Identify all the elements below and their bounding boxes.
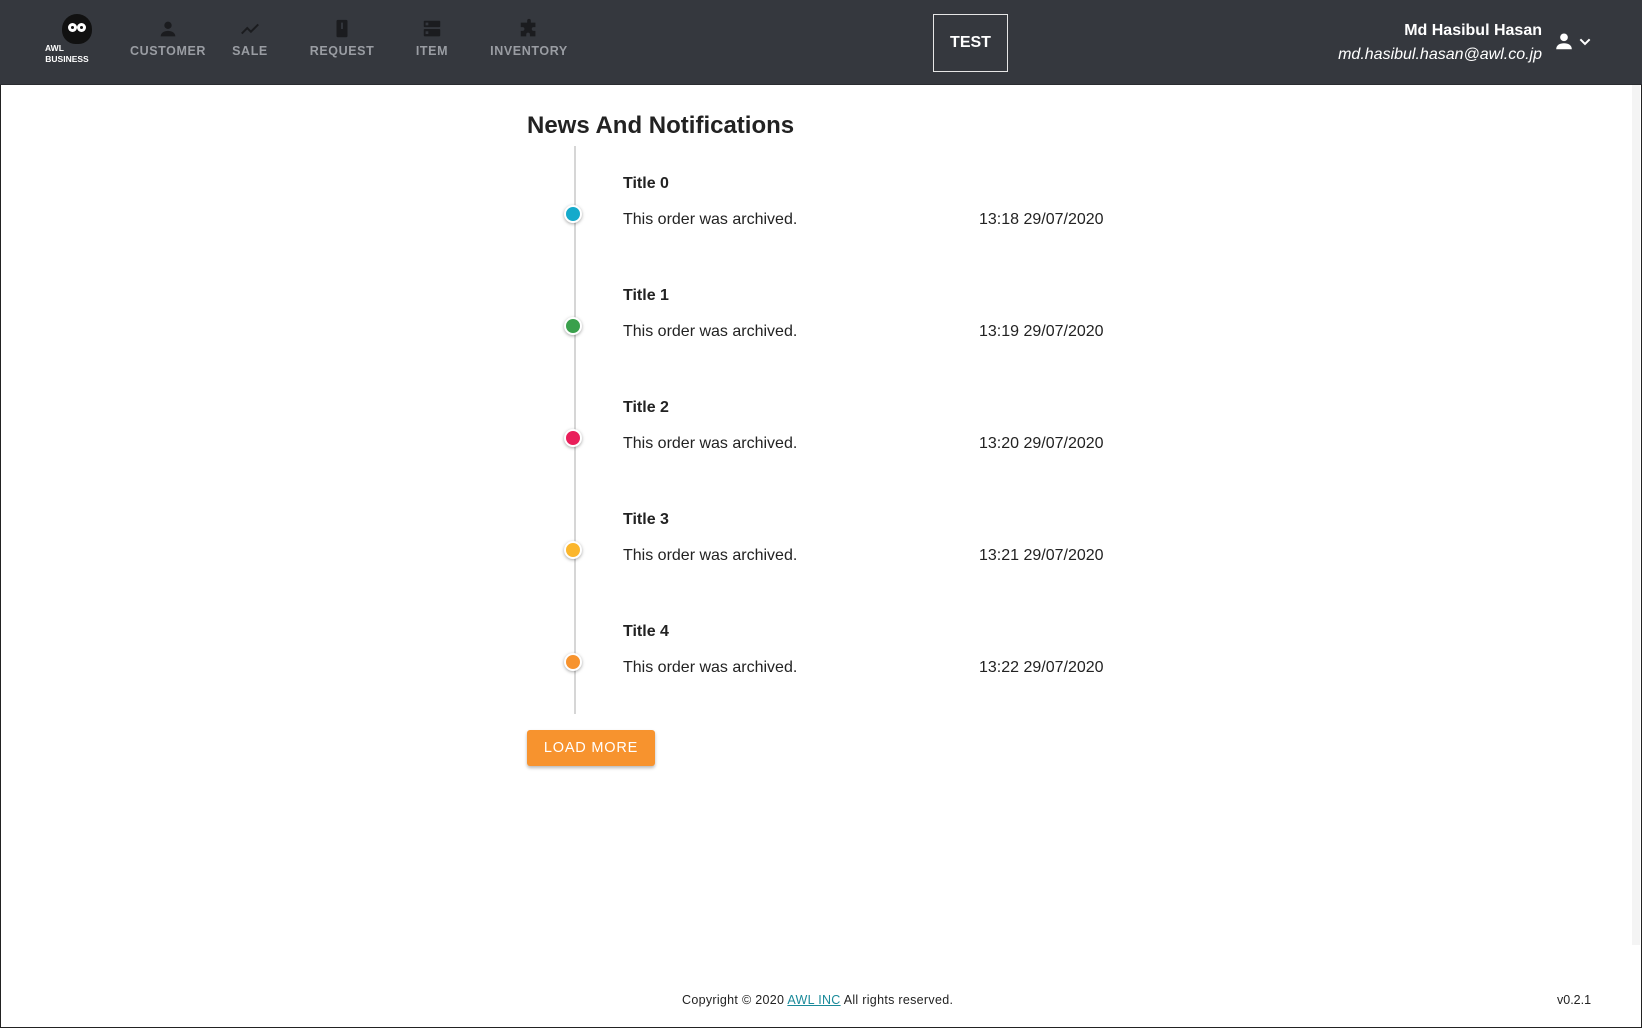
nav-label-customer: CUSTOMER — [129, 44, 207, 58]
nav-item-customer[interactable]: CUSTOMER — [118, 18, 218, 68]
nav-item-sale[interactable]: SALE — [214, 18, 286, 68]
timeline-item: Title 4 This order was archived. 13:22 2… — [527, 617, 1127, 707]
nav-item-request[interactable]: REQUEST — [296, 18, 388, 68]
puzzle-icon — [520, 18, 536, 37]
owl-logo-icon — [62, 14, 92, 44]
timeline-item: Title 2 This order was archived. 13:20 2… — [527, 393, 1127, 483]
notification-timestamp: 13:19 29/07/2020 — [979, 323, 1104, 340]
notification-timestamp: 13:18 29/07/2020 — [979, 211, 1104, 228]
notification-title: Title 1 — [623, 287, 669, 304]
awl-business-logo[interactable]: AWL BUSINESS — [42, 14, 92, 68]
notification-text: This order was archived. — [623, 323, 798, 340]
timeline-dot — [564, 429, 582, 447]
user-name: Md Hasibul Hasan — [1404, 22, 1542, 39]
nav-label-request: REQUEST — [309, 44, 375, 58]
trending-icon — [241, 23, 259, 35]
main-nav: CUSTOMER SALE REQUEST ITEM INVENTORY — [118, 18, 582, 68]
notification-timestamp: 13:21 29/07/2020 — [979, 547, 1104, 564]
environment-test-button[interactable]: TEST — [933, 14, 1008, 72]
app-version: v0.2.1 — [1557, 993, 1592, 1007]
notification-title: Title 2 — [623, 399, 669, 416]
load-more-button[interactable]: LOAD MORE — [527, 730, 655, 766]
book-icon — [336, 19, 348, 38]
person-icon — [160, 21, 176, 37]
awl-inc-link[interactable]: AWL INC — [787, 993, 840, 1007]
logo-text: AWL BUSINESS — [42, 43, 92, 65]
copyright-text: Copyright © 2020 AWL INC All rights rese… — [682, 993, 953, 1007]
timeline-dot — [564, 317, 582, 335]
logo-text-line1: AWL — [45, 43, 64, 53]
page-title: News And Notifications — [527, 112, 795, 139]
nav-label-sale: SALE — [232, 44, 268, 58]
timeline-dot — [564, 541, 582, 559]
chevron-down-icon — [1579, 38, 1591, 46]
notification-timestamp: 13:20 29/07/2020 — [979, 435, 1104, 452]
nav-label-inventory: INVENTORY — [490, 44, 568, 58]
notification-timestamp: 13:22 29/07/2020 — [979, 659, 1104, 676]
user-info[interactable]: Md Hasibul Hasan md.hasibul.hasan@awl.co… — [1338, 19, 1542, 67]
notification-title: Title 3 — [623, 511, 669, 528]
notification-text: This order was archived. — [623, 211, 798, 228]
timeline-dot — [564, 653, 582, 671]
timeline-item: Title 3 This order was archived. 13:21 2… — [527, 505, 1127, 595]
notification-text: This order was archived. — [623, 435, 798, 452]
timeline-item: Title 1 This order was archived. 13:19 2… — [527, 281, 1127, 371]
logo-text-line2: BUSINESS — [45, 54, 89, 64]
top-navbar: AWL BUSINESS CUSTOMER SALE REQUEST ITEM … — [0, 0, 1642, 85]
timeline-item: Title 0 This order was archived. 13:18 2… — [527, 169, 1127, 259]
copyright-prefix: Copyright © 2020 — [682, 993, 788, 1007]
nav-item-item[interactable]: ITEM — [398, 18, 466, 68]
nav-label-item: ITEM — [415, 44, 449, 58]
user-menu-toggle[interactable] — [1553, 30, 1598, 56]
copyright-suffix: All rights reserved. — [840, 993, 954, 1007]
nav-item-inventory[interactable]: INVENTORY — [476, 18, 582, 68]
notification-title: Title 0 — [623, 175, 669, 192]
timeline-dot — [564, 205, 582, 223]
notification-text: This order was archived. — [623, 547, 798, 564]
storage-icon — [423, 20, 441, 37]
user-email: md.hasibul.hasan@awl.co.jp — [1338, 46, 1542, 63]
scrollbar-thumb[interactable] — [1632, 85, 1640, 945]
notification-text: This order was archived. — [623, 659, 798, 676]
notification-title: Title 4 — [623, 623, 669, 640]
account-icon — [1556, 33, 1572, 50]
